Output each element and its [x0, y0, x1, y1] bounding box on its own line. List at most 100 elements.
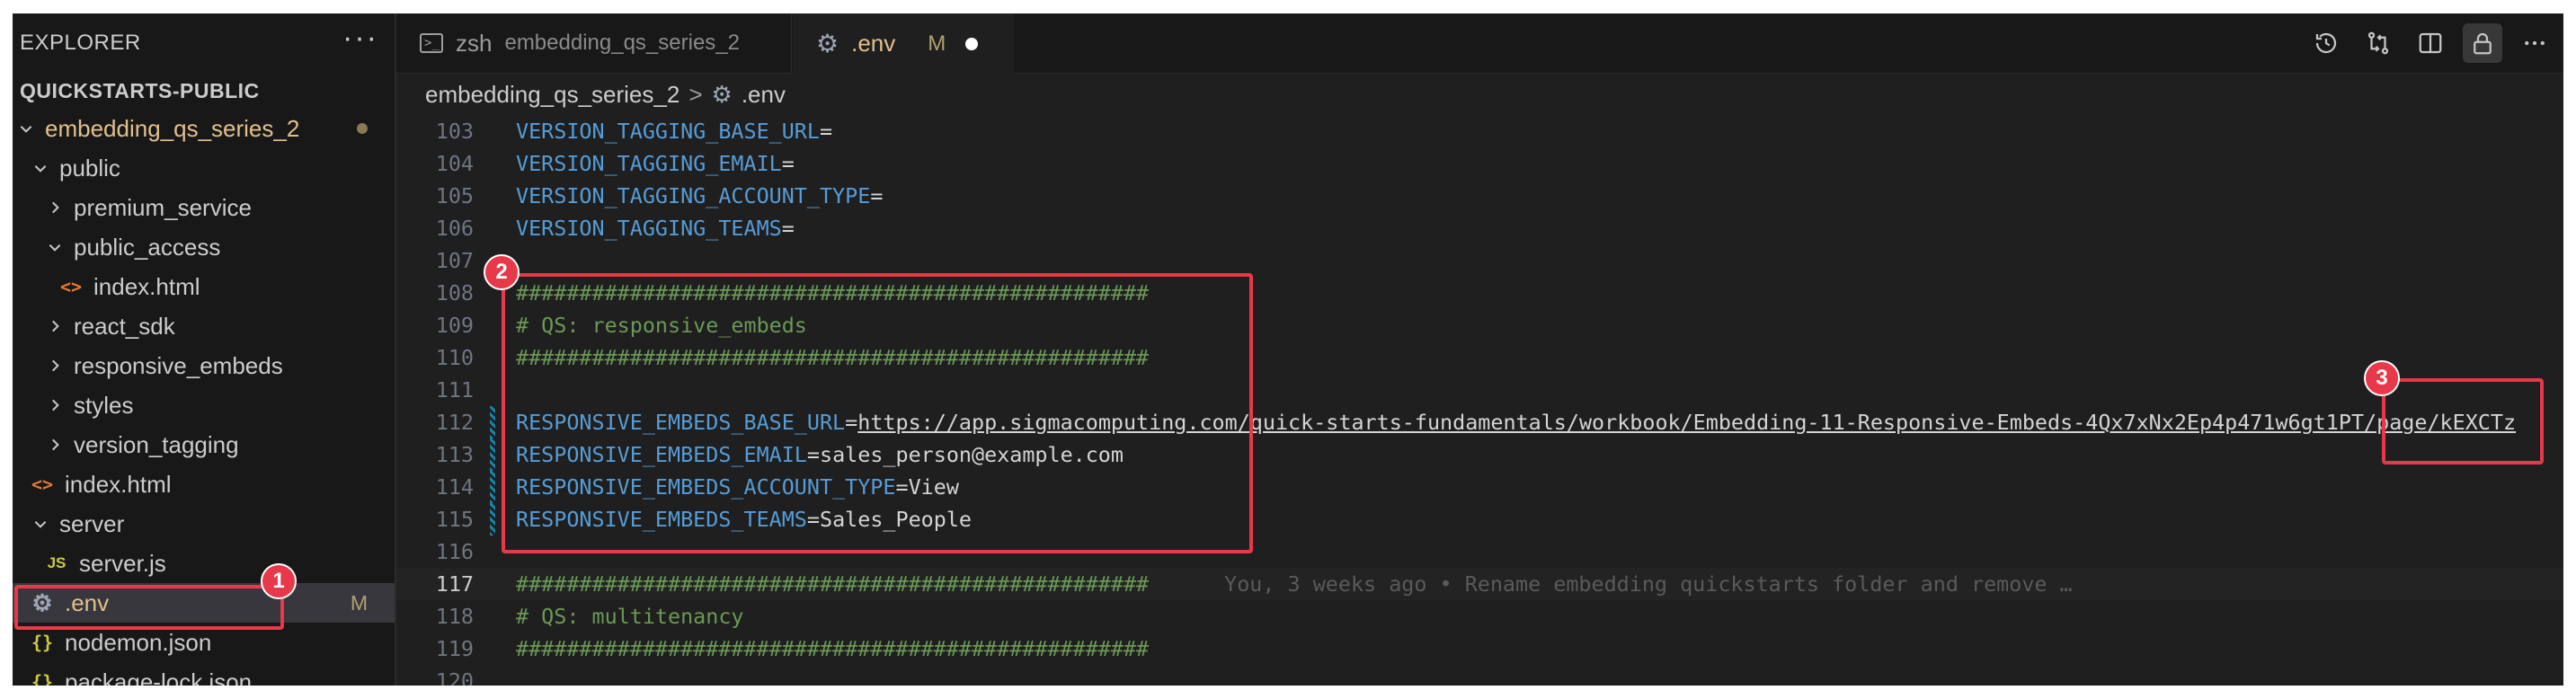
breadcrumb: embedding_qs_series_2 > ⚙ .env [396, 74, 2563, 115]
env-key: RESPONSIVE_EMBEDS_ACCOUNT_TYPE [516, 474, 896, 500]
workspace-section[interactable]: QUICKSTARTS-PUBLIC [13, 73, 395, 109]
modified-badge: M [928, 31, 946, 56]
tree-item-label: public_access [74, 233, 221, 261]
code-line[interactable]: 111 [396, 374, 2563, 406]
file-tree: embedding_qs_series_2public premium_servi… [13, 109, 395, 686]
code-line[interactable]: 104 VERSION_TAGGING_EMAIL= [396, 147, 2563, 180]
code-content: VERSION_TAGGING_TEAMS= [516, 216, 795, 241]
code-line[interactable]: 109 # QS: responsive_embeds [396, 309, 2563, 341]
code-line[interactable]: 120 [396, 665, 2563, 686]
code-line[interactable]: 110 #####################################… [396, 341, 2563, 374]
split-editor-icon[interactable] [2411, 23, 2450, 63]
breadcrumb-file[interactable]: .env [742, 81, 786, 109]
timeline-icon[interactable] [2306, 23, 2346, 63]
code-comment: ########################################… [516, 280, 1150, 305]
chevron-down-icon [45, 239, 65, 255]
chevron-right-icon [45, 397, 65, 413]
env-key: VERSION_TAGGING_ACCOUNT_TYPE [516, 183, 871, 208]
tab-terminal[interactable]: >_ zsh embedding_qs_series_2 [396, 13, 792, 73]
tree-item-label: react_sdk [74, 312, 175, 340]
code-editor[interactable]: 103 VERSION_TAGGING_BASE_URL= 104 VERSION_T… [396, 115, 2563, 686]
line-number: 118 [435, 604, 474, 629]
line-number: 106 [435, 216, 474, 241]
tree-item[interactable]: version_tagging [13, 425, 395, 465]
tree-item[interactable]: embedding_qs_series_2 [13, 109, 395, 148]
tree-item[interactable]: <> index.html [13, 465, 395, 504]
chevron-right-icon [45, 199, 65, 216]
tree-item-label: styles [74, 391, 134, 419]
breadcrumb-folder[interactable]: embedding_qs_series_2 [425, 81, 680, 109]
lock-icon[interactable] [2463, 23, 2502, 63]
tree-item[interactable]: premium_service [13, 188, 395, 227]
tree-item[interactable]: responsive_embeds [13, 346, 395, 385]
git-blame-annotation[interactable]: You, 3 weeks ago • Rename embedding quic… [1224, 571, 2073, 597]
code-line[interactable]: 114 RESPONSIVE_EMBEDS_ACCOUNT_TYPE=View [396, 471, 2563, 503]
line-number: 116 [435, 539, 474, 564]
code-content: VERSION_TAGGING_ACCOUNT_TYPE= [516, 183, 883, 208]
tree-item[interactable]: {} nodemon.json [13, 623, 395, 662]
tree-item-label: premium_service [74, 193, 252, 221]
tree-item[interactable]: public_access [13, 227, 395, 267]
env-value[interactable]: https://app.sigmacomputing.com/quick-sta… [857, 410, 2516, 435]
json-file-icon: {} [31, 632, 54, 653]
tree-item[interactable]: <> index.html [13, 267, 395, 306]
tree-item[interactable]: styles [13, 385, 395, 425]
more-actions-icon[interactable] [2515, 23, 2554, 63]
code-content: VERSION_TAGGING_BASE_URL= [516, 119, 832, 144]
code-line[interactable]: 115 RESPONSIVE_EMBEDS_TEAMS=Sales_People [396, 503, 2563, 535]
code-comment: ########################################… [516, 345, 1150, 370]
code-content: # QS: multitenancy [516, 604, 743, 629]
code-comment: # QS: responsive_embeds [516, 313, 807, 338]
code-line[interactable]: 106 VERSION_TAGGING_TEAMS= [396, 212, 2563, 244]
tab-env[interactable]: ⚙ .env M [793, 13, 1014, 74]
tree-item-label: package-lock.json [65, 668, 253, 686]
source-control-compare-icon[interactable] [2358, 23, 2398, 63]
tree-item[interactable]: public [13, 148, 395, 188]
line-number: 120 [435, 668, 474, 686]
code-line[interactable]: 112 RESPONSIVE_EMBEDS_BASE_URL=https://ap… [396, 406, 2563, 438]
env-key: VERSION_TAGGING_EMAIL [516, 151, 782, 176]
equals-sign: = [781, 151, 795, 176]
git-status-badge: M [350, 590, 368, 615]
tab-bar: >_ zsh embedding_qs_series_2 ⚙ .env M [396, 13, 2563, 74]
explorer-title: EXPLORER [20, 31, 141, 55]
git-gutter-modified[interactable] [490, 471, 495, 503]
code-line[interactable]: 119 #####################################… [396, 633, 2563, 665]
git-gutter-modified[interactable] [490, 406, 495, 438]
code-line[interactable]: 117 #####################################… [396, 568, 2563, 600]
gear-icon: ⚙ [31, 588, 53, 616]
line-number: 115 [435, 507, 474, 532]
code-line[interactable]: 103 VERSION_TAGGING_BASE_URL= [396, 115, 2563, 147]
unsaved-dot-icon[interactable] [965, 37, 979, 50]
env-key: RESPONSIVE_EMBEDS_BASE_URL [516, 410, 846, 435]
code-line[interactable]: 107 [396, 244, 2563, 277]
code-content: ########################################… [516, 636, 1149, 661]
chevron-right-icon [45, 437, 65, 453]
vscode-window: EXPLORER ··· QUICKSTARTS-PUBLIC embeddin… [13, 13, 2563, 686]
tree-item-label: public [59, 154, 120, 181]
code-content: ########################################… [516, 345, 1149, 370]
code-line[interactable]: 116 [396, 535, 2563, 568]
code-line[interactable]: 113 RESPONSIVE_EMBEDS_EMAIL=sales_person@… [396, 438, 2563, 471]
env-key: VERSION_TAGGING_BASE_URL [516, 119, 820, 144]
editor-actions [2306, 13, 2554, 73]
tab-description: embedding_qs_series_2 [504, 31, 740, 55]
tree-item[interactable]: ⚙ .env M [13, 583, 395, 623]
equals-sign: = [845, 410, 858, 435]
tree-item[interactable]: {} package-lock.json [13, 662, 395, 686]
code-content: VERSION_TAGGING_EMAIL= [516, 151, 795, 176]
code-line[interactable]: 105 VERSION_TAGGING_ACCOUNT_TYPE= [396, 180, 2563, 212]
git-gutter-modified[interactable] [490, 503, 495, 535]
equals-sign: = [870, 183, 884, 208]
more-actions-icon[interactable]: ··· [342, 22, 378, 53]
git-gutter-modified[interactable] [490, 438, 495, 471]
tab-label: .env [851, 30, 896, 57]
tree-item[interactable]: JS server.js [13, 544, 395, 583]
code-line[interactable]: 108 #####################################… [396, 277, 2563, 309]
tree-item[interactable]: react_sdk [13, 306, 395, 346]
gear-icon: ⚙ [816, 30, 839, 58]
tree-item[interactable]: server [13, 504, 395, 544]
tree-item-label: index.html [65, 470, 172, 498]
terminal-icon: >_ [420, 33, 443, 53]
code-line[interactable]: 118 # QS: multitenancy [396, 600, 2563, 633]
